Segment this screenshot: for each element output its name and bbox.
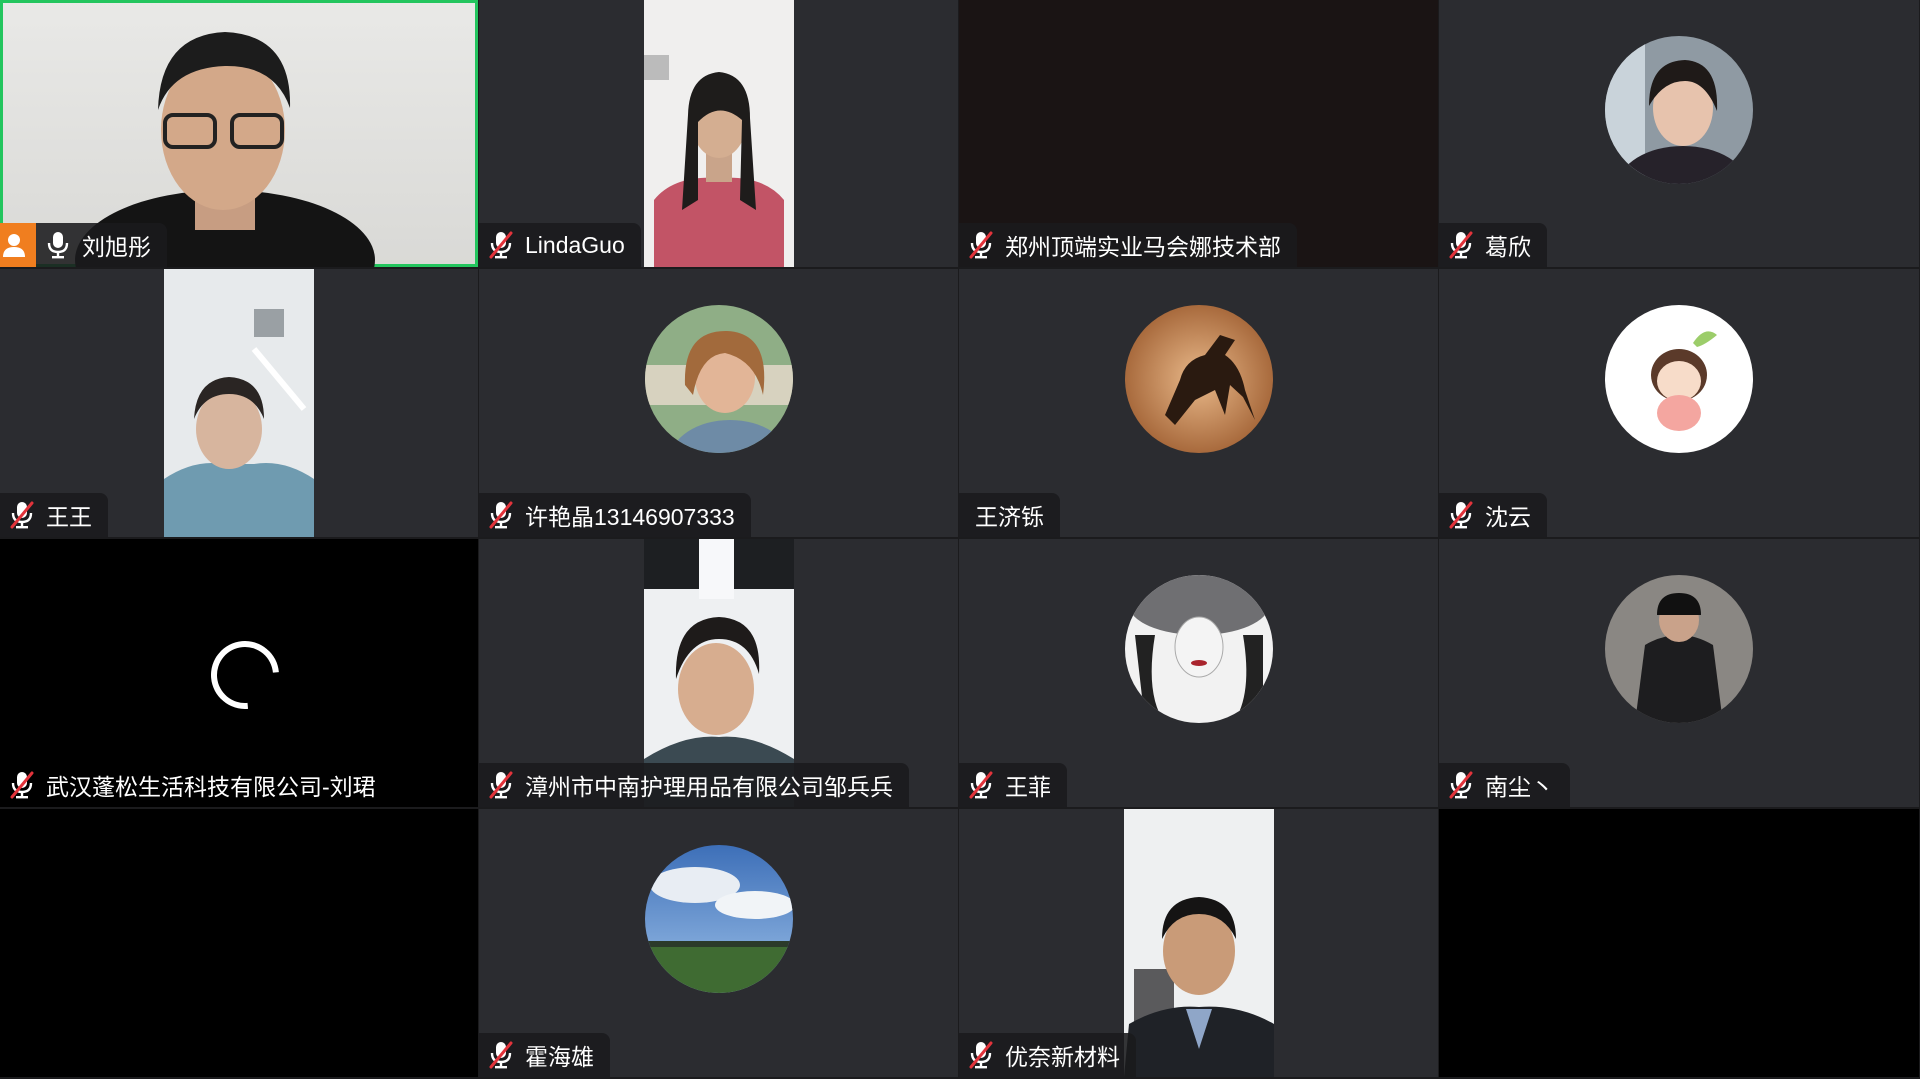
mic-on-icon: [44, 230, 72, 260]
mic-muted-icon: [487, 500, 515, 530]
video-tile[interactable]: 王济铄: [959, 269, 1438, 537]
participant-avatar: [644, 845, 793, 993]
participant-name: 霍海雄: [525, 1044, 594, 1070]
participant-name: 刘旭彤: [82, 234, 151, 260]
participant-nameplate: 优奈新材料: [959, 1033, 1136, 1077]
video-tile[interactable]: 优奈新材料: [959, 809, 1438, 1077]
empty-tile: [1439, 809, 1919, 1077]
video-tile[interactable]: 许艳晶13146907333: [479, 269, 958, 537]
participant-name: 王菲: [1005, 774, 1051, 800]
participant-avatar: [1124, 305, 1273, 453]
video-tile[interactable]: 霍海雄: [479, 809, 958, 1077]
mic-muted-icon: [967, 230, 995, 260]
participant-name: 武汉蓬松生活科技有限公司-刘珺: [46, 774, 376, 800]
participant-nameplate: 沈云: [1439, 493, 1547, 537]
participant-nameplate: 王王: [0, 493, 108, 537]
video-tile[interactable]: 郑州顶端实业马会娜技术部: [959, 0, 1438, 267]
participant-nameplate: LindaGuo: [479, 223, 641, 267]
participant-nameplate: 许艳晶13146907333: [479, 493, 751, 537]
participant-name: 许艳晶13146907333: [525, 504, 735, 530]
video-tile[interactable]: 南尘丶: [1439, 539, 1919, 807]
participant-nameplate: 刘旭彤: [0, 223, 167, 267]
video-tile[interactable]: 王王: [0, 269, 478, 537]
participant-nameplate: 郑州顶端实业马会娜技术部: [959, 223, 1297, 267]
video-tile-active-speaker[interactable]: 刘旭彤: [0, 0, 478, 267]
mic-muted-icon: [967, 770, 995, 800]
gallery-view: 刘旭彤 LindaGuo 郑州顶端实业马会娜技术部 葛欣 王王 许艳晶13146…: [0, 0, 1920, 1079]
participant-avatar: [1124, 575, 1273, 723]
participant-name: 王王: [46, 504, 92, 530]
participant-avatar: [1605, 305, 1753, 453]
participant-name: 南尘丶: [1485, 774, 1554, 800]
participant-nameplate: 南尘丶: [1439, 763, 1570, 807]
participant-name: 漳州市中南护理用品有限公司邹兵兵: [525, 774, 893, 800]
loading-spinner-icon: [197, 627, 293, 723]
participant-nameplate: 漳州市中南护理用品有限公司邹兵兵: [479, 763, 909, 807]
mic-muted-icon: [1447, 500, 1475, 530]
participant-name: 葛欣: [1485, 234, 1531, 260]
video-tile[interactable]: LindaGuo: [479, 0, 958, 267]
video-tile[interactable]: 沈云: [1439, 269, 1919, 537]
video-tile[interactable]: 王菲: [959, 539, 1438, 807]
participant-name: 优奈新材料: [1005, 1044, 1120, 1070]
participant-name: 郑州顶端实业马会娜技术部: [1005, 234, 1281, 260]
participant-video: [1123, 809, 1274, 1077]
mic-muted-icon: [1447, 230, 1475, 260]
participant-nameplate: 王菲: [959, 763, 1067, 807]
participant-nameplate: 武汉蓬松生活科技有限公司-刘珺: [0, 763, 392, 807]
empty-tile: [0, 809, 478, 1077]
participant-avatar: [1605, 575, 1753, 723]
host-icon: [0, 223, 36, 267]
participant-name: LindaGuo: [525, 231, 625, 258]
participant-nameplate: 葛欣: [1439, 223, 1547, 267]
video-tile[interactable]: 武汉蓬松生活科技有限公司-刘珺: [0, 539, 478, 807]
mic-muted-icon: [967, 1040, 995, 1070]
video-tile[interactable]: 葛欣: [1439, 0, 1919, 267]
participant-avatar: [644, 305, 793, 453]
participant-name: 沈云: [1485, 504, 1531, 530]
mic-muted-icon: [487, 1040, 515, 1070]
mic-muted-icon: [8, 500, 36, 530]
participant-video: [643, 0, 794, 267]
video-tile[interactable]: 漳州市中南护理用品有限公司邹兵兵: [479, 539, 958, 807]
mic-muted-icon: [487, 770, 515, 800]
participant-video: [164, 269, 314, 537]
participant-nameplate: 霍海雄: [479, 1033, 610, 1077]
participant-avatar: [1605, 36, 1753, 184]
mic-muted-icon: [8, 770, 36, 800]
mic-muted-icon: [1447, 770, 1475, 800]
mic-muted-icon: [487, 230, 515, 260]
participant-nameplate: 王济铄: [959, 493, 1060, 537]
participant-name: 王济铄: [975, 504, 1044, 530]
